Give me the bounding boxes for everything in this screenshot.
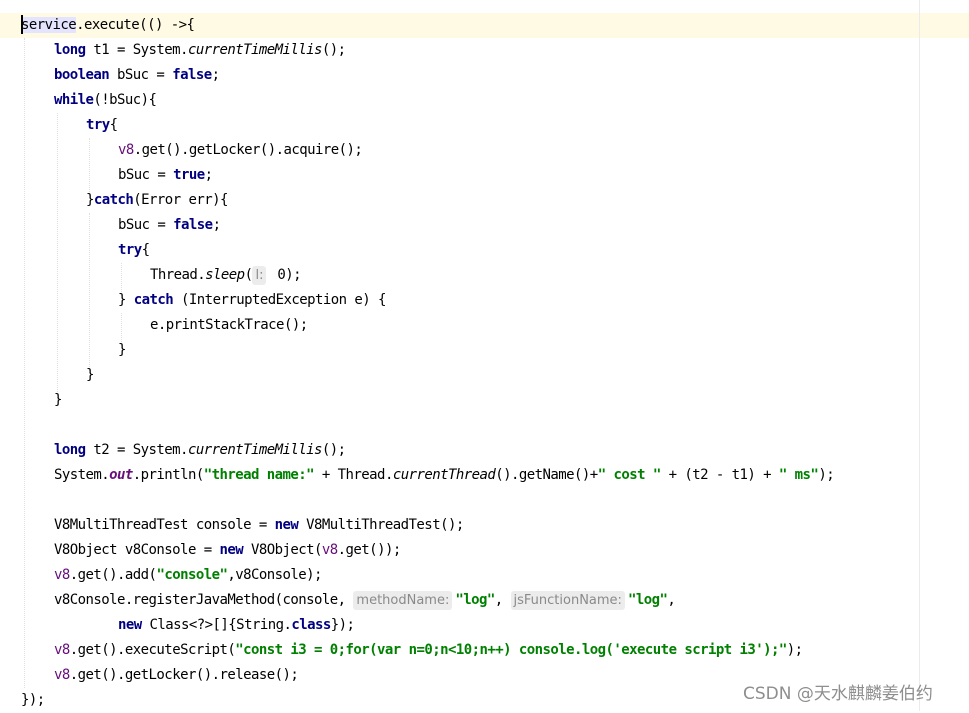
code-line-22[interactable]: V8Object v8Console = new V8Object(v8.get… [0, 538, 401, 563]
code-line-4[interactable]: while(!bSuc){ [0, 88, 157, 113]
code-line-8[interactable]: }catch(Error err){ [0, 188, 228, 213]
code-line-9[interactable]: bSuc = false; [0, 213, 221, 238]
code-line-6[interactable]: v8.get().getLocker().acquire(); [0, 138, 363, 163]
code-line-26[interactable]: v8.get().executeScript("const i3 = 0;for… [0, 638, 803, 663]
code-line-11[interactable]: Thread.sleep(l: 0); [0, 263, 302, 288]
code-line-5[interactable]: try{ [0, 113, 118, 138]
code-line-2[interactable]: long t1 = System.currentTimeMillis(); [0, 38, 346, 63]
selected-identifier: service [21, 17, 77, 33]
code-line-27[interactable]: v8.get().getLocker().release(); [0, 663, 299, 688]
code-line-1[interactable]: service.execute(() ->{ [0, 13, 195, 38]
code-line-10[interactable]: try{ [0, 238, 150, 263]
code-line-3[interactable]: boolean bSuc = false; [0, 63, 220, 88]
code-editor[interactable]: service.execute(() ->{ long t1 = System.… [0, 0, 969, 711]
code-line-21[interactable]: V8MultiThreadTest console = new V8MultiT… [0, 513, 464, 538]
parameter-hint: jsFunctionName: [510, 591, 625, 610]
code-line-15[interactable]: } [0, 363, 94, 388]
code-line-25[interactable]: new Class<?>[]{String.class}); [0, 613, 355, 638]
parameter-hint: l: [252, 266, 267, 285]
code-line-7[interactable]: bSuc = true; [0, 163, 213, 188]
code-line-16[interactable]: } [0, 388, 62, 413]
code-line-13[interactable]: e.printStackTrace(); [0, 313, 308, 338]
code-line-12[interactable]: } catch (InterruptedException e) { [0, 288, 386, 313]
code-line-14[interactable]: } [0, 338, 126, 363]
text-caret [21, 15, 23, 34]
parameter-hint: methodName: [353, 591, 453, 610]
code-line-18[interactable]: long t2 = System.currentTimeMillis(); [0, 438, 346, 463]
code-line-23[interactable]: v8.get().add("console",v8Console); [0, 563, 322, 588]
code-line-24[interactable]: v8Console.registerJavaMethod(console, me… [0, 588, 676, 613]
right-margin-guide [919, 0, 920, 711]
code-line-19[interactable]: System.out.println("thread name:" + Thre… [0, 463, 835, 488]
watermark: CSDN @天水麒麟姜伯约 [743, 684, 933, 704]
code-line-28[interactable]: }); [0, 688, 45, 713]
